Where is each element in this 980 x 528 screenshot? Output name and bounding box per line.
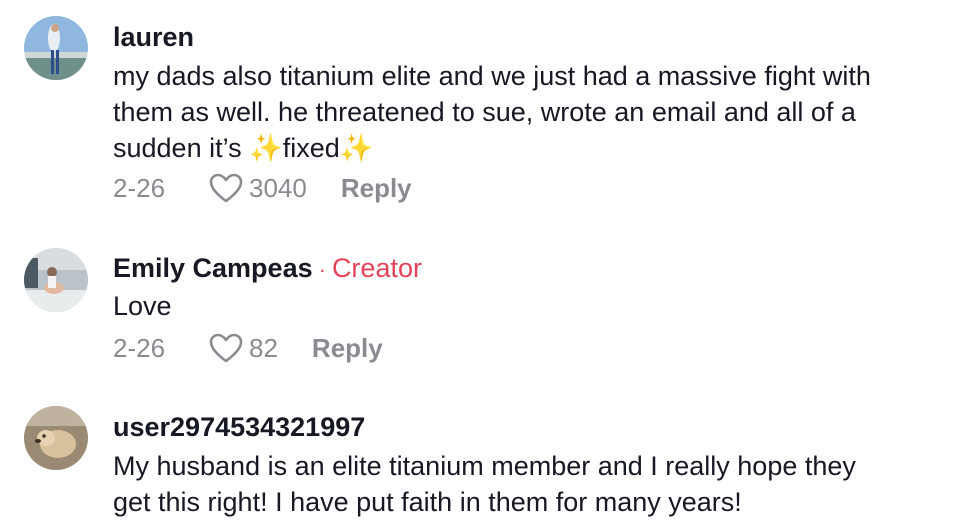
- comment-username[interactable]: lauren: [113, 21, 194, 53]
- comment-username[interactable]: user2974534321997: [113, 411, 365, 443]
- comment-meta: 2-26 82 Reply: [113, 330, 383, 366]
- reply-button[interactable]: Reply: [341, 173, 412, 204]
- reply-button[interactable]: Reply: [312, 333, 383, 364]
- heart-outline-icon[interactable]: [209, 332, 243, 364]
- creator-separator: ·: [318, 257, 326, 282]
- avatar[interactable]: [24, 16, 88, 80]
- comment-date: 2-26: [113, 172, 166, 203]
- like-count: 3040: [249, 172, 307, 203]
- like-count: 82: [249, 332, 278, 363]
- sparkle-emoji: ✨: [339, 133, 374, 163]
- comment-date: 2-26: [113, 332, 166, 363]
- comment-meta: 2-26 3040 Reply: [113, 170, 412, 206]
- heart-outline-icon[interactable]: [209, 172, 243, 204]
- creator-badge: Creator: [331, 253, 422, 283]
- sparkle-emoji: ✨: [249, 133, 283, 163]
- avatar[interactable]: [24, 406, 88, 470]
- avatar[interactable]: [24, 248, 88, 312]
- comment-username[interactable]: Emily Campeas · Creator: [113, 252, 422, 286]
- comment-text: Love: [113, 291, 172, 321]
- comment-text: My husband is an elite titanium member a…: [113, 451, 856, 517]
- comment-text: my dads also titanium elite and we just …: [113, 61, 871, 163]
